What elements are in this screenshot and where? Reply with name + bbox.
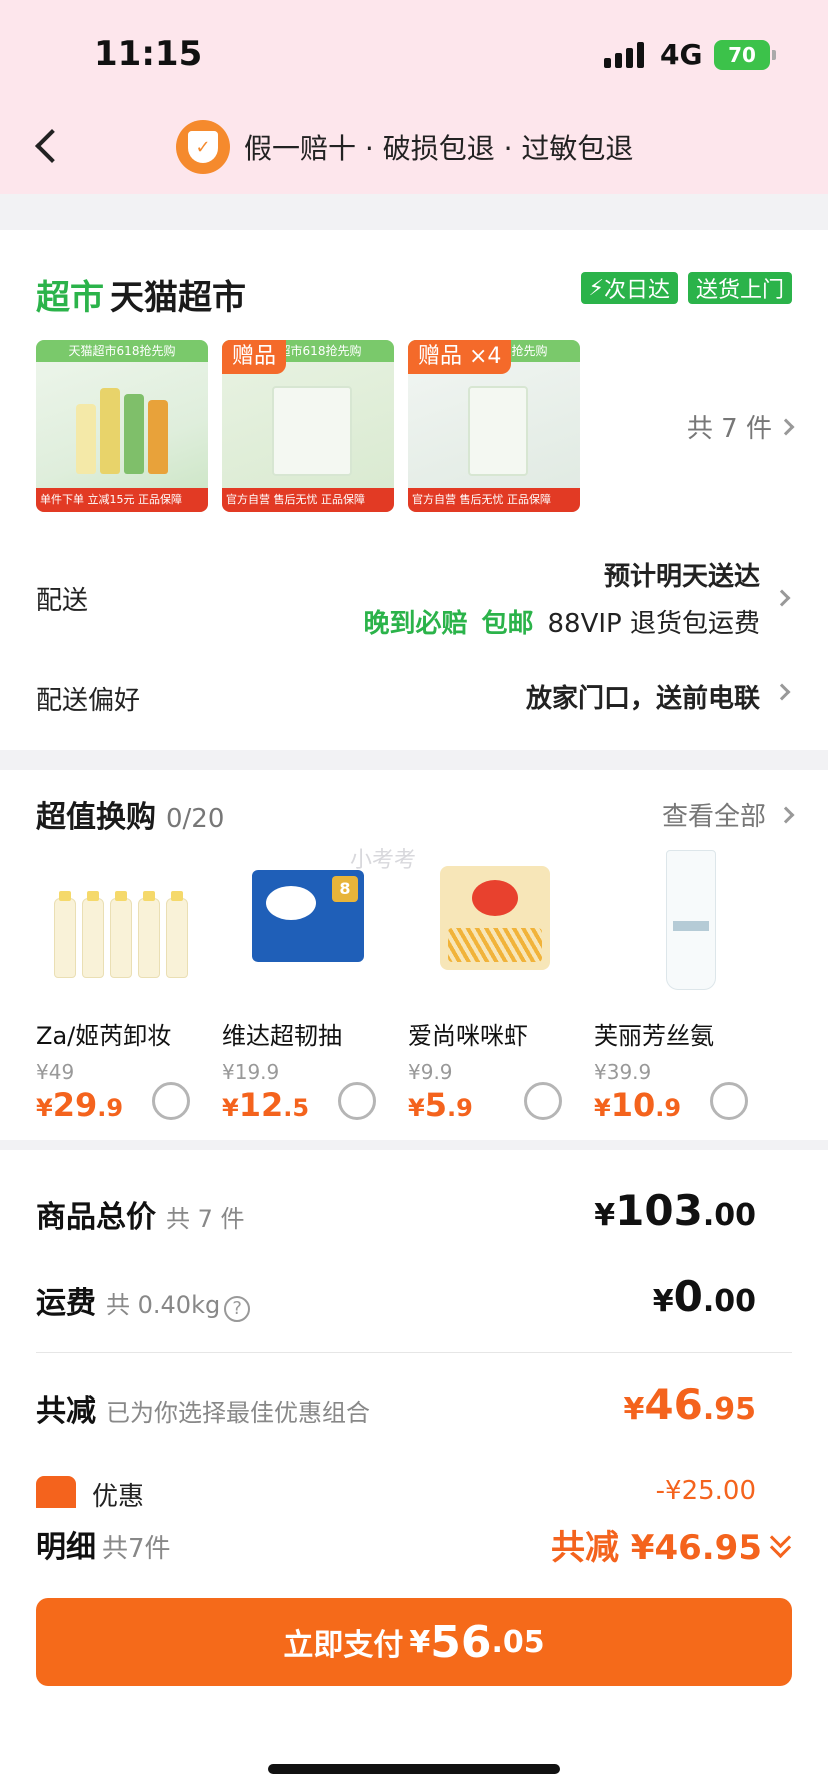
shipping-row: 运费共 0.40kg? ¥0.00: [36, 1272, 756, 1322]
goods-total-label: 商品总价: [36, 1200, 156, 1235]
product-thumbnail[interactable]: 天猫超市618抢先购 单件下单 立减15元 正品保障: [36, 340, 208, 512]
deal-price: ¥10.9: [594, 1086, 682, 1124]
deal-image: [46, 850, 196, 998]
deal-old-price: ¥49: [36, 1060, 75, 1084]
delivery-tags: 晚到必赔 包邮 88VIP 退货包运费: [363, 609, 760, 639]
bottom-bar: 明细 共7件 共减 ¥46.95 立即支付 ¥56.05: [0, 1508, 828, 1792]
delivery-row[interactable]: 配送 预计明天送达 晚到必赔 包邮 88VIP 退货包运费: [36, 550, 792, 650]
discount-label: 共减: [36, 1394, 96, 1429]
gift-label: 赠品: [222, 340, 287, 374]
deal-old-price: ¥39.9: [594, 1060, 652, 1084]
guarantee-banner: ✓ 假一赔十 · 破损包退 · 过敏包退: [176, 120, 633, 174]
home-indicator: [268, 1764, 560, 1774]
deal-select-radio[interactable]: [338, 1082, 376, 1120]
chevron-right-icon: [773, 589, 791, 607]
deal-name: Za/姬芮卸妆: [36, 1022, 172, 1050]
total-items-link[interactable]: 共 7 件: [687, 408, 795, 445]
deal-name: 维达超韧抽: [222, 1022, 342, 1050]
deals-title: 超值换购 0/20: [36, 800, 225, 835]
battery-level: 70: [728, 43, 756, 67]
preference-value: 放家门口，送前电联: [525, 684, 760, 714]
deal-image: [418, 850, 568, 998]
watermark: 小考考: [350, 848, 417, 873]
deal-select-radio[interactable]: [710, 1082, 748, 1120]
delivery-label: 配送: [36, 586, 89, 616]
battery-icon: 70: [714, 40, 776, 70]
deal-name: 芙丽芳丝氨: [594, 1022, 714, 1050]
delivery-badges: ⚡ 次日达 送货上门: [580, 272, 792, 304]
delivery-eta: 预计明天送达: [603, 562, 760, 592]
network-type: 4G: [660, 38, 703, 71]
shipping-weight: 共 0.40kg: [106, 1291, 221, 1319]
guarantee-text: 假一赔十 · 破损包退 · 过敏包退: [244, 132, 634, 165]
gift-label: 赠品 ×4: [408, 340, 512, 374]
deal-old-price: ¥19.9: [222, 1060, 280, 1084]
discount-row: 共减 已为你选择最佳优惠组合 ¥46.95: [36, 1380, 756, 1430]
deal-price: ¥29.9: [36, 1086, 124, 1124]
coupon-row[interactable]: 优惠 -¥25.00: [36, 1470, 792, 1510]
product-thumbnail[interactable]: 天猫超市618抢先购 赠品 ×4 官方自营 售后无忧 正品保障: [408, 340, 580, 512]
product-thumbnails[interactable]: 天猫超市618抢先购 单件下单 立减15元 正品保障 天猫超市618抢先购 赠品…: [36, 340, 580, 512]
shield-check-icon: ✓: [176, 120, 230, 174]
signal-icon: [604, 42, 644, 68]
coupon-value: -¥25.00: [655, 1476, 756, 1506]
deal-name: 爱尚咪咪虾: [408, 1022, 528, 1050]
deal-select-radio[interactable]: [524, 1082, 562, 1120]
preference-label: 配送偏好: [36, 686, 141, 716]
product-thumbnail[interactable]: 天猫超市618抢先购 赠品 官方自营 售后无忧 正品保障: [222, 340, 394, 512]
status-bar: 11:15 4G 70: [0, 0, 828, 110]
store-card: 超市 天猫超市 ⚡ 次日达 送货上门 天猫超市618抢先购 单件下单 立减15元 正…: [0, 230, 828, 750]
deal-old-price: ¥9.9: [408, 1060, 453, 1084]
exchange-deals-card: 超值换购 0/20 查看全部 Za/姬芮卸妆 ¥49 ¥29.9 8 维达超韧抽 …: [0, 770, 828, 1140]
back-button[interactable]: [28, 124, 68, 168]
store-name: 天猫超市: [110, 278, 246, 318]
goods-total-value: ¥103.00: [594, 1186, 756, 1235]
next-day-badge: ⚡ 次日达: [580, 272, 678, 304]
coupon-icon: [36, 1476, 76, 1510]
help-icon[interactable]: ?: [224, 1295, 251, 1322]
deal-price: ¥5.9: [408, 1086, 473, 1124]
divider: [36, 1352, 792, 1353]
delivery-info: 预计明天送达 晚到必赔 包邮 88VIP 退货包运费: [363, 556, 760, 640]
shipping-value: ¥0.00: [652, 1272, 756, 1321]
chevron-right-icon: [777, 418, 795, 435]
store-tag: 超市: [36, 278, 104, 318]
goods-total-row: 商品总价共 7 件 ¥103.00: [36, 1186, 756, 1236]
deals-count: 0/20: [166, 804, 225, 834]
pay-now-button[interactable]: 立即支付 ¥56.05: [36, 1598, 792, 1686]
header: 11:15 4G 70 ✓ 假一赔十 · 破损包退 · 过敏包退: [0, 0, 828, 194]
detail-toggle[interactable]: 共减 ¥46.95: [551, 1520, 792, 1569]
goods-count: 共 7 件: [166, 1205, 245, 1233]
discount-note: 已为你选择最佳优惠组合: [106, 1399, 370, 1427]
chevron-right-icon: [777, 806, 795, 823]
detail-label: 明细 共7件: [36, 1530, 171, 1565]
discount-value: ¥46.95: [623, 1380, 756, 1429]
view-all-link[interactable]: 查看全部: [662, 796, 795, 833]
double-chevron-down-icon: [770, 1530, 792, 1560]
chevron-right-icon: [773, 683, 791, 701]
store-title: 超市 天猫超市: [36, 270, 246, 319]
coupon-label: 优惠: [92, 1482, 145, 1510]
detail-total: 共减 ¥46.95: [550, 1528, 762, 1568]
deal-select-radio[interactable]: [152, 1082, 190, 1120]
price-summary-card: 商品总价共 7 件 ¥103.00 运费共 0.40kg? ¥0.00 共减 已为…: [0, 1150, 828, 1510]
detail-count: 共7件: [102, 1534, 171, 1564]
door-delivery-badge: 送货上门: [687, 272, 792, 304]
deal-price: ¥12.5: [222, 1086, 310, 1124]
shipping-label: 运费: [36, 1286, 96, 1321]
lightning-icon: ⚡: [588, 275, 604, 301]
status-time: 11:15: [94, 34, 203, 74]
delivery-preference-row[interactable]: 配送偏好 放家门口，送前电联: [36, 670, 792, 730]
deal-list[interactable]: Za/姬芮卸妆 ¥49 ¥29.9 8 维达超韧抽 ¥19.9 ¥12.5 爱尚…: [0, 850, 828, 1140]
nav-bar: ✓ 假一赔十 · 破损包退 · 过敏包退: [0, 110, 828, 182]
deal-image: [604, 850, 754, 998]
